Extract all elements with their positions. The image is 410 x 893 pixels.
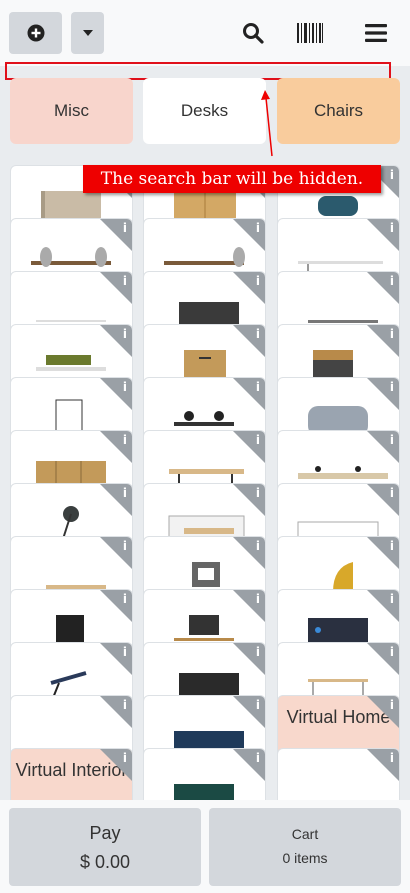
barcode-button[interactable] <box>296 18 324 48</box>
info-icon[interactable]: i <box>367 325 399 357</box>
menu-button[interactable] <box>364 18 388 48</box>
info-glyph: i <box>389 168 394 182</box>
info-icon[interactable]: i <box>233 749 265 781</box>
info-glyph: i <box>255 645 260 659</box>
info-glyph: i <box>389 751 394 765</box>
info-glyph: i <box>122 698 127 712</box>
hamburger-menu-icon <box>365 24 387 42</box>
info-icon[interactable]: i <box>367 272 399 304</box>
cart-count: 0 items <box>282 850 328 866</box>
info-glyph: i <box>122 539 127 553</box>
info-icon[interactable]: i <box>100 484 132 516</box>
info-glyph: i <box>122 327 127 341</box>
info-glyph: i <box>255 380 260 394</box>
annotation-arrow <box>261 90 273 157</box>
info-glyph: i <box>255 539 260 553</box>
category-desks[interactable]: Desks <box>143 78 266 144</box>
info-glyph: i <box>255 221 260 235</box>
info-icon[interactable]: i <box>233 484 265 516</box>
product-grid: iiiiiiiiiiiiiiiiiiiiiiiiiiiiiiiiVirtual … <box>0 160 410 800</box>
info-glyph: i <box>389 380 394 394</box>
info-icon[interactable]: i <box>100 219 132 251</box>
dropdown-button[interactable] <box>71 12 104 54</box>
info-icon[interactable]: i <box>367 431 399 463</box>
caret-down-icon <box>82 30 93 36</box>
info-glyph: i <box>122 751 127 765</box>
info-icon[interactable]: i <box>100 643 132 675</box>
info-icon[interactable]: i <box>100 590 132 622</box>
barcode-icon <box>297 23 323 43</box>
info-glyph: i <box>255 751 260 765</box>
info-icon[interactable]: i <box>233 537 265 569</box>
pay-label: Pay <box>89 823 121 843</box>
info-icon[interactable]: i <box>100 696 132 728</box>
info-icon[interactable]: i <box>367 749 399 781</box>
info-icon[interactable]: i <box>233 696 265 728</box>
info-glyph: i <box>389 433 394 447</box>
add-button[interactable] <box>9 12 62 54</box>
product-virtual-interior[interactable]: Virtual Interior i <box>10 748 133 800</box>
info-glyph: i <box>122 592 127 606</box>
info-icon[interactable]: i <box>233 272 265 304</box>
info-icon[interactable]: i <box>367 696 399 728</box>
info-glyph: i <box>389 486 394 500</box>
info-glyph: i <box>122 645 127 659</box>
search-button[interactable] <box>240 18 266 48</box>
product-card[interactable]: i <box>277 748 400 800</box>
info-glyph: i <box>122 486 127 500</box>
info-glyph: i <box>389 274 394 288</box>
info-icon[interactable]: i <box>367 537 399 569</box>
plus-circle-icon <box>27 24 44 42</box>
product-card[interactable]: i <box>143 748 266 800</box>
cart-button[interactable]: Cart 0 items <box>209 808 401 886</box>
info-icon[interactable]: i <box>367 590 399 622</box>
search-icon <box>243 23 264 44</box>
info-glyph: i <box>122 274 127 288</box>
info-glyph: i <box>255 698 260 712</box>
info-icon[interactable]: i <box>367 378 399 410</box>
info-icon[interactable]: i <box>367 484 399 516</box>
pay-button[interactable]: Pay $ 0.00 <box>9 808 201 886</box>
info-glyph: i <box>122 380 127 394</box>
info-icon[interactable]: i <box>367 643 399 675</box>
info-glyph: i <box>389 221 394 235</box>
info-icon[interactable]: i <box>100 537 132 569</box>
info-icon[interactable]: i <box>367 219 399 251</box>
info-glyph: i <box>255 327 260 341</box>
info-glyph: i <box>389 698 394 712</box>
top-toolbar <box>0 0 410 66</box>
info-glyph: i <box>389 327 394 341</box>
info-icon[interactable]: i <box>233 431 265 463</box>
info-icon[interactable]: i <box>233 325 265 357</box>
category-misc[interactable]: Misc <box>10 78 133 144</box>
info-icon[interactable]: i <box>100 272 132 304</box>
info-glyph: i <box>122 433 127 447</box>
info-icon[interactable]: i <box>233 219 265 251</box>
info-icon[interactable]: i <box>233 643 265 675</box>
bottom-action-bar: Pay $ 0.00 Cart 0 items <box>0 800 410 893</box>
info-icon[interactable]: i <box>233 590 265 622</box>
info-icon[interactable]: i <box>100 431 132 463</box>
info-icon[interactable]: i <box>100 749 132 781</box>
annotation-label: The search bar will be hidden. <box>83 165 381 193</box>
category-chairs[interactable]: Chairs <box>277 78 400 144</box>
info-glyph: i <box>255 433 260 447</box>
info-glyph: i <box>255 592 260 606</box>
cart-label: Cart <box>291 826 319 842</box>
info-glyph: i <box>255 486 260 500</box>
info-glyph: i <box>255 274 260 288</box>
info-glyph: i <box>389 592 394 606</box>
info-icon[interactable]: i <box>100 378 132 410</box>
info-glyph: i <box>122 221 127 235</box>
info-icon[interactable]: i <box>233 378 265 410</box>
info-icon[interactable]: i <box>100 325 132 357</box>
info-glyph: i <box>389 539 394 553</box>
info-glyph: i <box>389 645 394 659</box>
pay-amount: $ 0.00 <box>79 852 131 872</box>
